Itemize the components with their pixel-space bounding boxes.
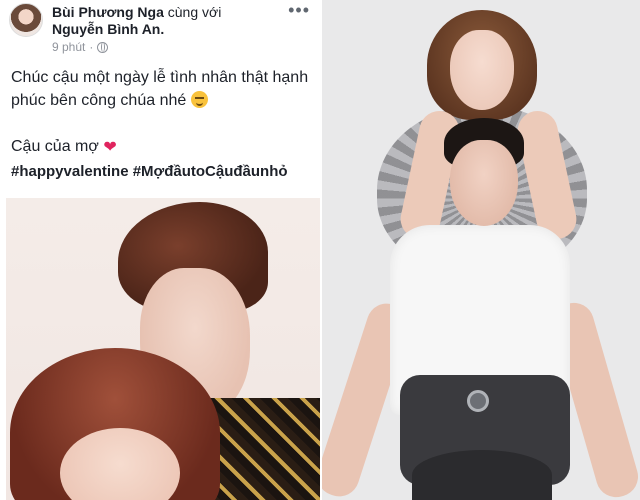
red-heart-icon: ❤ bbox=[103, 139, 117, 156]
post-line-1: Chúc cậu một ngày lễ tình nhân thật hạnh bbox=[11, 69, 309, 86]
post-meta: 9 phút · bbox=[52, 40, 109, 54]
post-line-2: phúc bên công chúa nhé bbox=[11, 92, 187, 109]
man-face bbox=[450, 140, 518, 226]
watch-icon bbox=[467, 390, 489, 412]
post-author-line: Bùi Phương Nga cùng với bbox=[52, 4, 221, 20]
with-text: cùng với bbox=[167, 4, 222, 20]
author-avatar[interactable] bbox=[9, 3, 43, 37]
globe-icon[interactable] bbox=[97, 41, 109, 53]
more-options-button[interactable]: ••• bbox=[288, 0, 310, 21]
hashtag-modautocaudaunho[interactable]: #MợđầutoCậuđầunhỏ bbox=[133, 163, 288, 180]
patterned-jacket bbox=[210, 398, 320, 500]
post-photo[interactable] bbox=[0, 198, 320, 500]
black-stool bbox=[412, 450, 552, 500]
couple-photo bbox=[322, 0, 640, 500]
author-name[interactable]: Bùi Phương Nga bbox=[52, 4, 164, 20]
post-body: Chúc cậu một ngày lễ tình nhân thật hạnh… bbox=[11, 66, 311, 159]
hashtag-happyvalentine[interactable]: #happyvalentine bbox=[11, 163, 129, 180]
hashtags: #happyvalentine #MợđầutoCậuđầunhỏ bbox=[11, 163, 288, 180]
photo-edge bbox=[0, 198, 6, 500]
post-time[interactable]: 9 phút bbox=[52, 40, 85, 54]
woman-face bbox=[450, 30, 514, 110]
facebook-post: Bùi Phương Nga cùng với Nguyễn Bình An. … bbox=[0, 0, 320, 500]
smiling-face-icon bbox=[190, 91, 208, 108]
tagged-friend[interactable]: Nguyễn Bình An. bbox=[52, 21, 164, 37]
post-line-3: Cậu của mợ bbox=[11, 138, 99, 155]
